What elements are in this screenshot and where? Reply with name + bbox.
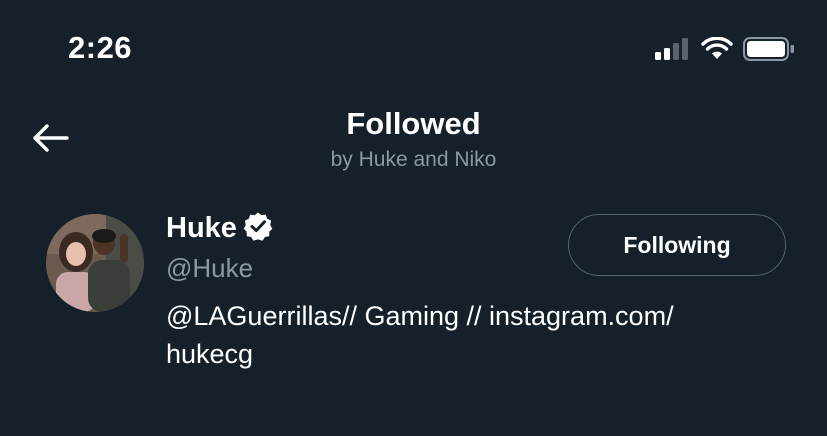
verified-badge-icon xyxy=(243,211,273,246)
page-subtitle: by Huke and Niko xyxy=(330,148,497,171)
display-name-link[interactable]: Huke xyxy=(166,208,273,248)
display-name: Huke xyxy=(166,212,237,244)
bio-line: @LAGuerrillas// Gaming // instagram.com/ xyxy=(166,301,674,331)
user-bio: @LAGuerrillas// Gaming // instagram.com/… xyxy=(166,297,806,373)
page-title: Followed xyxy=(346,106,481,141)
avatar[interactable] xyxy=(46,214,144,312)
status-icons xyxy=(655,36,795,62)
following-button[interactable]: Following xyxy=(568,214,786,276)
bio-line: hukecg xyxy=(166,339,254,369)
battery-icon xyxy=(743,37,795,61)
cellular-signal-icon xyxy=(655,38,691,60)
user-handle: @Huke xyxy=(166,253,254,283)
wifi-icon xyxy=(701,37,733,61)
avatar-image xyxy=(46,214,144,312)
screen: 2:26 Followed by Huke and Niko Huke @Huk… xyxy=(0,0,827,436)
status-time: 2:26 xyxy=(68,30,133,65)
